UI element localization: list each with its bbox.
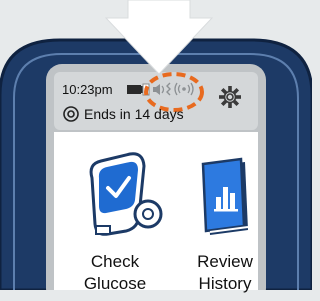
sensor-status-text: Ends in 14 days [84, 106, 184, 122]
check-glucose-label-line2: Glucose [83, 274, 147, 293]
review-history-button[interactable]: Review History [180, 251, 270, 301]
review-history-label-line1: Review [197, 252, 253, 271]
check-glucose-button[interactable]: Check Glucose [70, 251, 160, 301]
check-glucose-label-line1: Check [90, 252, 140, 271]
sensor-icon [63, 106, 79, 122]
status-time: 10:23pm [62, 82, 113, 97]
check-glucose-label: Check Glucose [70, 251, 160, 295]
review-history-label-line2: History [198, 274, 252, 293]
history-book-icon[interactable] [201, 157, 249, 235]
device-scene [0, 0, 312, 290]
review-history-label: Review History [180, 251, 270, 295]
